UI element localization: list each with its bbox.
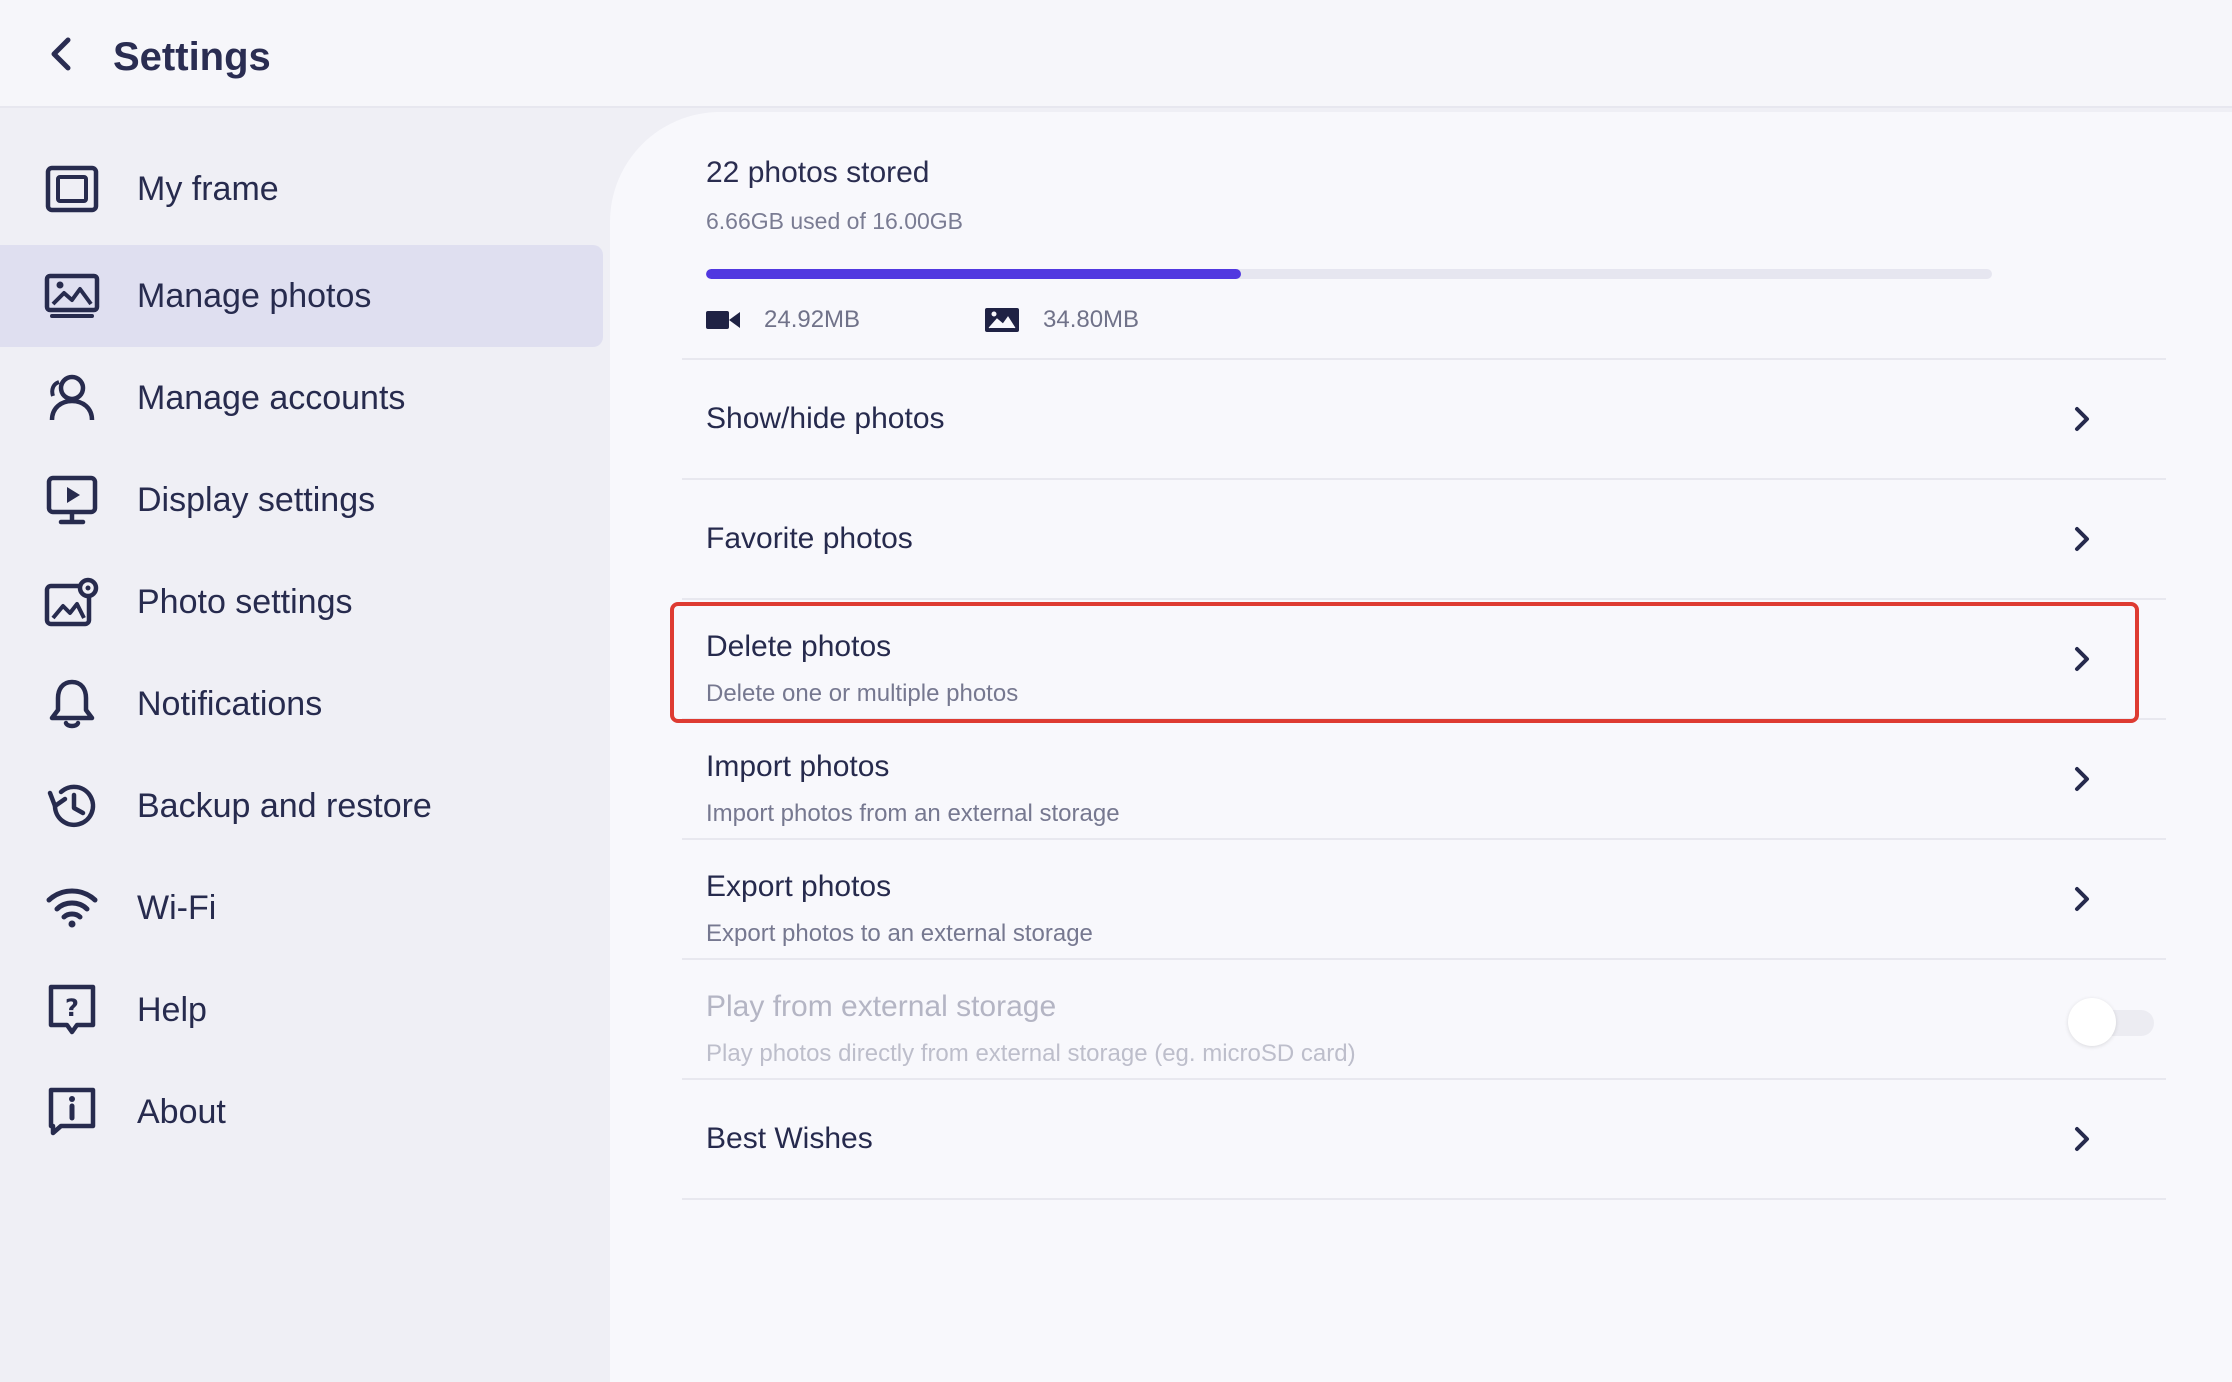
row-subtitle: Export photos to an external storage	[706, 920, 1093, 947]
chevron-right-icon	[2067, 884, 2097, 914]
photos-icon	[42, 266, 102, 326]
sidebar-item-manage-accounts[interactable]: Manage accounts	[0, 347, 603, 449]
sidebar-item-photo-settings[interactable]: Photo settings	[0, 551, 603, 653]
external-storage-toggle[interactable]	[2068, 998, 2158, 1046]
chevron-right-icon	[2067, 524, 2097, 554]
favorite-photos-row[interactable]: Favorite photos	[682, 480, 2166, 598]
sidebar-item-label: Manage photos	[137, 276, 372, 315]
row-subtitle: Play photos directly from external stora…	[706, 1040, 1356, 1067]
storage-usage: 6.66GB used of 16.00GB	[706, 208, 964, 234]
storage-title: 22 photos stored	[706, 156, 930, 189]
accounts-icon	[42, 368, 102, 428]
svg-text:?: ?	[65, 994, 79, 1022]
row-title: Show/hide photos	[706, 402, 945, 435]
play-from-external-storage-row: Play from external storage Play photos d…	[682, 960, 2166, 1078]
sidebar-item-label: Photo settings	[137, 582, 353, 621]
help-icon: ?	[42, 980, 102, 1040]
delete-photos-row[interactable]: Delete photos Delete one or multiple pho…	[682, 600, 2166, 718]
bell-icon	[42, 674, 102, 734]
sidebar-item-label: Backup and restore	[137, 786, 432, 825]
row-title: Favorite photos	[706, 522, 913, 555]
chevron-left-icon	[51, 37, 71, 71]
row-title: Play from external storage	[706, 990, 1057, 1023]
import-photos-row[interactable]: Import photos Import photos from an exte…	[682, 720, 2166, 838]
row-title: Export photos	[706, 870, 892, 903]
chevron-right-icon	[2067, 404, 2097, 434]
row-title: Best Wishes	[706, 1122, 873, 1155]
sidebar-item-my-frame[interactable]: My frame	[0, 138, 603, 240]
sidebar-item-wi-fi[interactable]: Wi-Fi	[0, 857, 603, 959]
divider	[682, 1198, 2166, 1200]
chevron-right-icon	[2067, 764, 2097, 794]
sidebar-item-backup-and-restore[interactable]: Backup and restore	[0, 755, 603, 857]
video-size-legend: 24.92MB	[706, 306, 860, 334]
row-title: Import photos	[706, 750, 890, 783]
export-photos-row[interactable]: Export photos Export photos to an extern…	[682, 840, 2166, 958]
row-subtitle: Import photos from an external storage	[706, 800, 1120, 827]
frame-icon	[42, 159, 102, 219]
chevron-right-icon	[2067, 644, 2097, 674]
storage-progress-bar	[706, 269, 1992, 279]
back-button[interactable]	[36, 26, 86, 82]
sidebar-item-label: Help	[137, 990, 207, 1029]
sidebar-item-label: Manage accounts	[137, 378, 406, 417]
photo-settings-icon	[42, 572, 102, 632]
top-bar: Settings	[0, 0, 2232, 108]
sidebar-item-label: About	[137, 1092, 226, 1131]
display-icon	[42, 470, 102, 530]
history-icon	[42, 776, 102, 836]
image-icon	[985, 308, 1019, 332]
row-subtitle: Delete one or multiple photos	[706, 680, 1019, 707]
sidebar-item-manage-photos[interactable]: Manage photos	[0, 245, 603, 347]
info-icon	[42, 1082, 102, 1142]
storage-progress-fill	[706, 269, 1241, 279]
main-panel: 22 photos stored 6.66GB used of 16.00GB …	[610, 112, 2232, 1382]
sidebar: My frame Manage photos Manage accounts D…	[0, 112, 610, 1382]
row-title: Delete photos	[706, 630, 892, 663]
wifi-icon	[42, 878, 102, 938]
sidebar-item-display-settings[interactable]: Display settings	[0, 449, 603, 551]
sidebar-item-label: Notifications	[137, 684, 323, 723]
sidebar-item-label: Wi-Fi	[137, 888, 217, 927]
sidebar-item-about[interactable]: About	[0, 1061, 603, 1163]
show-hide-photos-row[interactable]: Show/hide photos	[682, 360, 2166, 478]
chevron-right-icon	[2067, 1124, 2097, 1154]
photo-size-legend: 34.80MB	[985, 306, 1139, 334]
sidebar-item-label: Display settings	[137, 480, 376, 519]
sidebar-item-notifications[interactable]: Notifications	[0, 653, 603, 755]
video-icon	[706, 311, 740, 329]
video-size: 24.92MB	[764, 306, 861, 333]
sidebar-item-help[interactable]: ? Help	[0, 959, 603, 1061]
page-title: Settings	[113, 35, 271, 79]
best-wishes-row[interactable]: Best Wishes	[682, 1080, 2166, 1198]
toggle-knob	[2068, 998, 2116, 1046]
sidebar-item-label: My frame	[137, 169, 279, 208]
photo-size: 34.80MB	[1043, 306, 1140, 333]
